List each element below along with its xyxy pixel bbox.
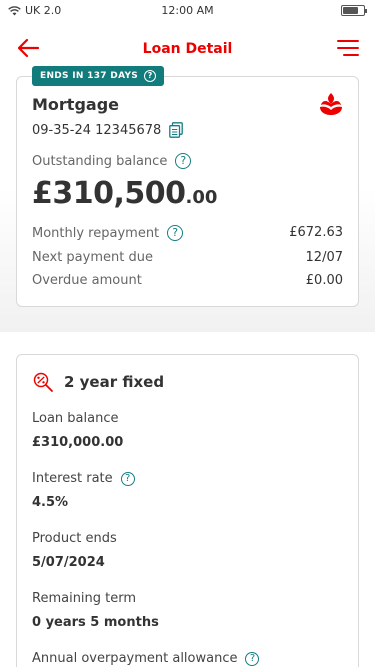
product-title: 2 year fixed bbox=[64, 373, 165, 391]
battery-level bbox=[343, 7, 358, 14]
remaining-term-value: 0 years 5 months bbox=[32, 615, 159, 630]
next-payment-label: Next payment due bbox=[32, 250, 153, 265]
loan-balance-value: £310,000.00 bbox=[32, 435, 124, 450]
product-end-text: ENDS IN 137 DAYS bbox=[40, 71, 139, 81]
repayment-help-icon[interactable]: ? bbox=[167, 225, 184, 241]
next-payment-row: Next payment due 12/07 bbox=[32, 250, 343, 265]
loan-balance-label: Loan balance bbox=[32, 411, 119, 426]
product-ends-label: Product ends bbox=[32, 531, 117, 546]
balance-pounds: £310,500 bbox=[32, 176, 186, 211]
page-title: Loan Detail bbox=[142, 41, 233, 57]
interest-rate-help-icon[interactable]: ? bbox=[120, 471, 135, 486]
account-title: Mortgage bbox=[32, 95, 120, 114]
overdue-amount-label: Overdue amount bbox=[32, 273, 142, 288]
balance-label-row: Outstanding balance ? bbox=[32, 153, 192, 169]
overpayment-help-icon[interactable]: ? bbox=[245, 651, 260, 666]
monthly-repayment-label: Monthly repayment bbox=[32, 225, 160, 241]
interest-rate-label: Interest rate bbox=[32, 471, 113, 486]
monthly-repayment-value: £672.63 bbox=[289, 225, 343, 240]
product-header: 2 year fixed bbox=[32, 371, 164, 393]
monthly-repayment-row: Monthly repayment ? £672.63 bbox=[32, 225, 343, 241]
copy-icon[interactable] bbox=[169, 122, 184, 138]
overpayment-allowance-label-row: Annual overpayment allowance ? bbox=[32, 651, 260, 666]
flame-logo-icon bbox=[320, 93, 342, 115]
overdue-amount-value: £0.00 bbox=[305, 273, 343, 288]
hamburger-menu-icon[interactable] bbox=[337, 39, 359, 57]
next-payment-value: 12/07 bbox=[305, 250, 343, 265]
detail-label-group: Monthly repayment ? bbox=[32, 225, 184, 241]
top-navigation: Loan Detail bbox=[0, 30, 375, 68]
badge-help-icon[interactable]: ? bbox=[144, 70, 157, 82]
search-percent-icon bbox=[33, 372, 53, 392]
account-number-row: 09-35-24 12345678 bbox=[32, 122, 184, 138]
balance-pence: .00 bbox=[185, 187, 218, 208]
balance-amount: £310,500.00 bbox=[32, 176, 217, 211]
remaining-term-label: Remaining term bbox=[32, 591, 137, 606]
overpayment-allowance-label: Annual overpayment allowance bbox=[32, 651, 238, 666]
account-number: 09-35-24 12345678 bbox=[32, 122, 162, 138]
interest-rate-value: 4.5% bbox=[32, 495, 69, 510]
status-bar: UK 2.0 12:00 AM bbox=[0, 0, 375, 22]
interest-rate-label-row: Interest rate ? bbox=[32, 471, 135, 486]
overdue-amount-row: Overdue amount £0.00 bbox=[32, 273, 343, 288]
battery-icon bbox=[341, 5, 367, 16]
balance-label: Outstanding balance bbox=[32, 153, 168, 169]
product-ends-value: 5/07/2024 bbox=[32, 555, 105, 570]
status-time: 12:00 AM bbox=[161, 4, 214, 17]
balance-help-icon[interactable]: ? bbox=[175, 153, 192, 169]
product-end-badge: ENDS IN 137 DAYS ? bbox=[32, 66, 165, 86]
